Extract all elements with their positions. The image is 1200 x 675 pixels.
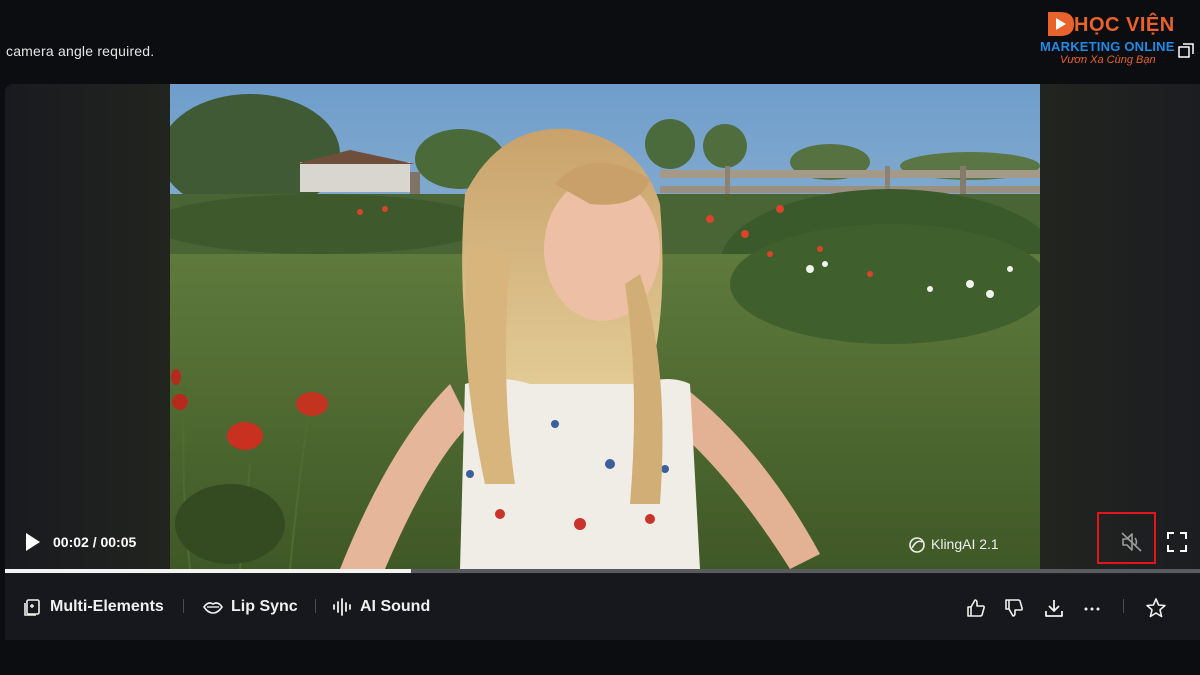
action-toolbar: Multi-Elements Lip Sync AI Sound (5, 574, 1200, 640)
watermark-text: KlingAI 2.1 (931, 536, 999, 552)
multi-elements-button[interactable]: Multi-Elements (24, 596, 164, 618)
progress-fill (5, 569, 412, 573)
multi-elements-icon (24, 599, 40, 616)
fullscreen-icon[interactable] (1166, 531, 1188, 553)
lip-sync-label: Lip Sync (231, 598, 298, 615)
ai-sound-label: AI Sound (360, 598, 431, 615)
toolbar-divider (315, 599, 316, 613)
kling-logo-icon (909, 537, 925, 553)
progress-bar[interactable] (5, 569, 1200, 573)
brand-line-1: HỌC VIỆN (1074, 14, 1175, 36)
window-icon[interactable] (1178, 43, 1194, 59)
toolbar-divider (1123, 599, 1124, 613)
brand-logo-icon (1048, 12, 1074, 36)
download-icon[interactable] (1043, 597, 1065, 619)
ai-sound-button[interactable]: AI Sound (332, 596, 430, 618)
lip-sync-button[interactable]: Lip Sync (203, 596, 298, 618)
volume-muted-icon[interactable] (1120, 531, 1144, 553)
brand-logo: HỌC VIỆN MARKETING ONLINE Vươn Xa Cùng B… (1038, 6, 1183, 72)
star-icon[interactable] (1145, 597, 1167, 619)
video-player[interactable]: 00:02 / 00:05 KlingAI 2.1 (5, 84, 1200, 574)
brand-line-2: MARKETING ONLINE (1040, 39, 1175, 54)
toolbar-divider (183, 599, 184, 613)
caption-text: camera angle required. (6, 43, 155, 59)
thumbs-down-icon[interactable] (1003, 597, 1025, 619)
play-icon[interactable] (24, 532, 42, 552)
time-display: 00:02 / 00:05 (53, 534, 137, 550)
multi-elements-label: Multi-Elements (50, 598, 164, 615)
thumbs-up-icon[interactable] (965, 597, 987, 619)
brand-line-3: Vươn Xa Cùng Bạn (1060, 54, 1156, 66)
ai-sound-icon (333, 598, 351, 616)
video-controls: 00:02 / 00:05 KlingAI 2.1 (5, 84, 1200, 574)
lip-sync-icon (203, 602, 223, 614)
more-icon[interactable] (1081, 597, 1103, 619)
